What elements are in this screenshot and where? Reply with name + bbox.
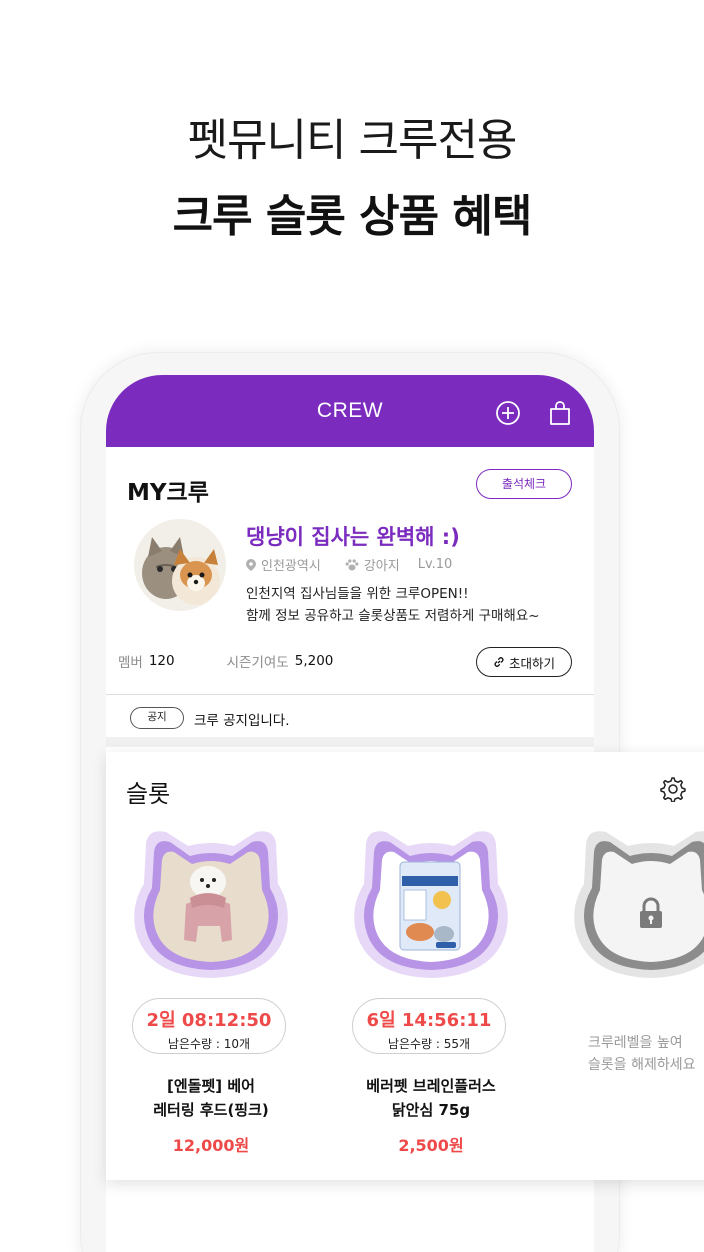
section-divider <box>106 694 594 695</box>
slot-product-name[interactable]: 베러펫 브레인플러스 닭안심 75g <box>346 1074 516 1122</box>
member-count: 120 <box>148 653 175 669</box>
slot-remaining: 남은수량 : 55개 <box>387 1037 471 1051</box>
section-gap <box>106 737 594 747</box>
slot-card: 슬롯 2일 08:12:50 남은수량 : 10개 [엔돌펫] 베어 레터링 후… <box>106 752 704 1180</box>
crew-meta: 인천광역시 강아지 Lv.10 <box>246 555 452 574</box>
locked-slot-line2: 슬롯을 해제하세요 <box>588 1057 696 1073</box>
locked-slot-line1: 크루레벨을 높여 <box>588 1035 683 1051</box>
crew-description-line1: 인천지역 집사님들을 위한 크루OPEN!! <box>246 586 469 602</box>
slot-product-name-line2: 닭안심 75g <box>391 1101 471 1119</box>
shopping-bag-icon[interactable] <box>546 399 574 427</box>
slot-product-name-line1: 베러펫 브레인플러스 <box>366 1077 496 1095</box>
crew-location: 인천광역시 <box>261 559 321 574</box>
crew-level: Lv.10 <box>417 557 453 572</box>
my-crew-heading: MY크루 <box>127 480 209 506</box>
slot-product-name[interactable]: [엔돌펫] 베어 레터링 후드(핑크) <box>126 1074 296 1122</box>
location-pin-icon <box>246 558 256 571</box>
crew-description: 인천지역 집사님들을 위한 크루OPEN!! 함께 정보 공유하고 슬롯상품도 … <box>246 583 540 627</box>
invite-button[interactable]: 초대하기 <box>476 647 572 677</box>
paw-icon <box>345 558 359 570</box>
slot-timer: 6일 14:56:11 <box>366 1010 492 1031</box>
crew-avatar[interactable] <box>134 519 226 611</box>
slot-title: 슬롯 <box>126 780 171 808</box>
promo-headline-line1: 펫뮤니티 크루전용 <box>187 115 518 166</box>
crew-pet-type: 강아지 <box>363 559 400 574</box>
slot-product-price: 2,500원 <box>398 1136 464 1155</box>
contribution-value: 5,200 <box>294 653 334 669</box>
slot-timer-pill: 2일 08:12:50 남은수량 : 10개 <box>132 998 286 1054</box>
crew-name[interactable]: 댕냥이 집사는 완벽해 :) <box>246 521 460 551</box>
notice-text[interactable]: 크루 공지입니다. <box>194 709 290 729</box>
slot-product-image-snack[interactable] <box>346 824 516 984</box>
link-icon <box>494 657 504 667</box>
contribution-label: 시즌기여도 <box>226 655 289 671</box>
member-label: 멤버 <box>118 655 143 671</box>
checkin-button[interactable]: 출석체크 <box>476 469 572 499</box>
promo-headline-line2: 크루 슬롯 상품 혜택 <box>172 191 533 242</box>
gear-icon[interactable] <box>658 774 686 802</box>
slot-product-image-hoodie[interactable] <box>126 824 296 984</box>
locked-slot-message: 크루레벨을 높여 슬롯을 해제하세요 <box>588 1032 704 1076</box>
slot-product-name-line1: [엔돌펫] 베어 <box>167 1077 255 1095</box>
slot-product-name-line2: 레터링 후드(핑크) <box>153 1101 269 1119</box>
lock-icon <box>640 897 662 928</box>
crew-description-line2: 함께 정보 공유하고 슬롯상품도 저렴하게 구매해요~ <box>246 608 540 624</box>
app-header: CREW <box>106 375 594 447</box>
notice-badge: 공지 <box>130 707 184 729</box>
slot-timer-pill: 6일 14:56:11 남은수량 : 55개 <box>352 998 506 1054</box>
add-circle-icon[interactable] <box>494 399 522 427</box>
slot-remaining: 남은수량 : 10개 <box>167 1037 251 1051</box>
crew-stats: 멤버 120 시즌기여도 5,200 <box>118 651 333 671</box>
invite-label: 초대하기 <box>508 656 555 671</box>
slot-timer: 2일 08:12:50 <box>146 1010 272 1031</box>
slot-product-price: 12,000원 <box>172 1136 250 1155</box>
